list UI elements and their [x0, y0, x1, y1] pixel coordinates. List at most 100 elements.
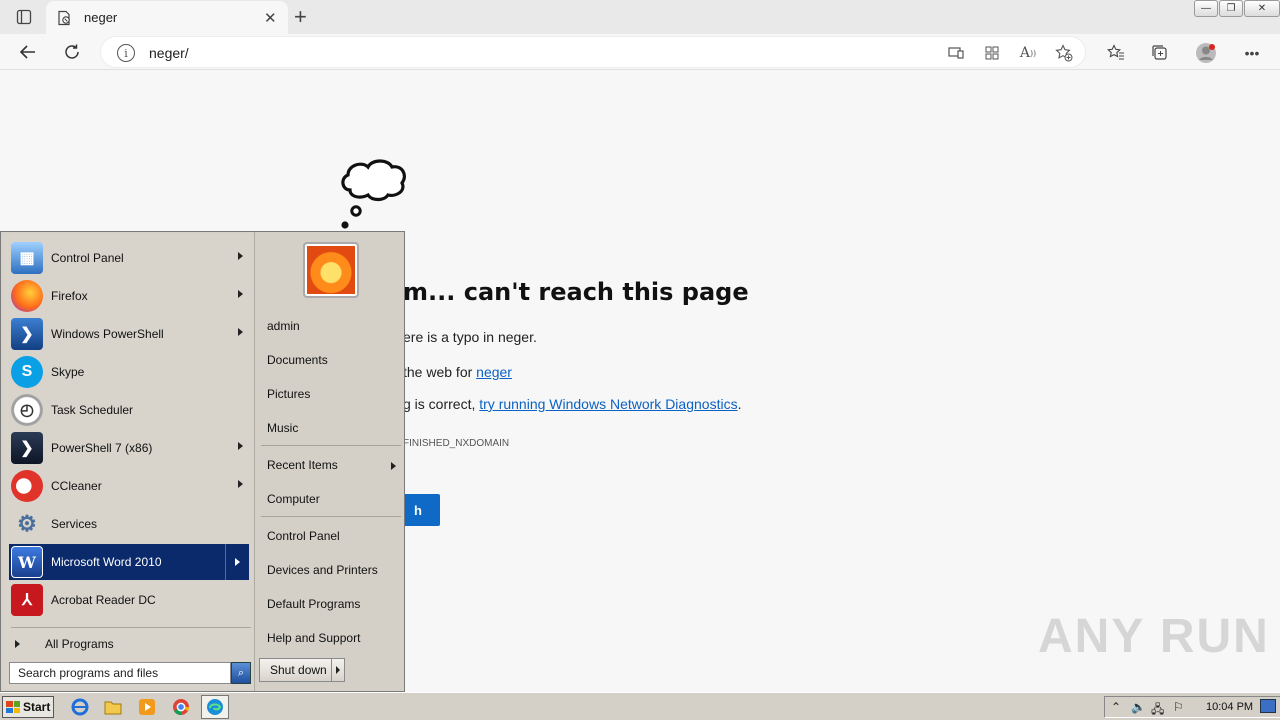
all-programs-button[interactable]: All Programs [15, 637, 114, 651]
submenu-arrow[interactable] [225, 544, 249, 580]
program-label: Services [51, 517, 98, 531]
link-recent-items[interactable]: Recent Items [267, 458, 397, 472]
program-label: Control Panel [51, 251, 124, 265]
error-title: m... can't reach this page [403, 278, 749, 306]
acrobat-icon: ⅄ [11, 584, 43, 616]
explorer-folder-icon[interactable] [102, 697, 124, 717]
collections-icon[interactable] [1149, 42, 1171, 64]
tab-neger[interactable]: neger ✕ [46, 1, 288, 34]
error-line-search: the web for neger [403, 364, 512, 380]
program-firefox[interactable]: Firefox [9, 278, 249, 314]
refresh-icon[interactable] [58, 40, 86, 64]
link-devices-printers[interactable]: Devices and Printers [267, 563, 378, 577]
link-documents[interactable]: Documents [267, 353, 328, 367]
powershell7-icon: ❯ [11, 432, 43, 464]
powershell-icon: ❯ [11, 318, 43, 350]
program-label: CCleaner [51, 479, 102, 493]
start-button[interactable]: Start [2, 696, 54, 718]
edge-icon[interactable] [201, 695, 229, 719]
link-control-panel[interactable]: Control Panel [267, 529, 340, 543]
link-music[interactable]: Music [267, 421, 298, 435]
link-help-support[interactable]: Help and Support [267, 631, 360, 645]
diagnostics-suffix: . [737, 396, 742, 412]
link-default-programs[interactable]: Default Programs [267, 597, 360, 611]
navigation-bar: i neger/ A)) ••• [0, 34, 1280, 70]
program-task-scheduler[interactable]: ◴ Task Scheduler [9, 392, 249, 428]
minimize-button[interactable]: — [1194, 0, 1218, 17]
shut-down-options-button[interactable] [331, 658, 345, 682]
program-ccleaner[interactable]: CCleaner [9, 468, 249, 504]
error-line-typo: ere is a typo in neger. [403, 329, 537, 345]
search-icon[interactable]: ⌕ [231, 662, 251, 684]
program-label: Task Scheduler [51, 403, 134, 417]
program-powershell7[interactable]: ❯ PowerShell 7 (x86) [9, 430, 249, 466]
restore-button[interactable]: ❐ [1219, 0, 1243, 17]
new-tab-icon[interactable]: + [294, 4, 307, 30]
gears-icon: ⚙ [17, 511, 37, 536]
internet-explorer-icon[interactable] [69, 697, 91, 717]
read-aloud-icon[interactable]: A)) [1019, 44, 1037, 62]
show-desktop-icon[interactable] [1260, 699, 1276, 713]
program-skype[interactable]: S Skype [9, 354, 249, 390]
more-options-icon[interactable]: ••• [1241, 42, 1263, 64]
thought-bubble-icon [341, 159, 406, 229]
search-prefix: the web for [403, 364, 477, 380]
clock-icon: ◴ [11, 394, 43, 426]
show-hidden-icons[interactable]: ⌃ [1111, 700, 1121, 714]
divider [261, 516, 401, 517]
user-picture[interactable] [303, 242, 359, 298]
favorites-icon[interactable] [1105, 42, 1127, 64]
close-window-button[interactable]: ✕ [1244, 0, 1280, 17]
anyrun-watermark: ANY RUN [1038, 610, 1270, 663]
profile-avatar-icon[interactable] [1195, 42, 1217, 64]
link-pictures[interactable]: Pictures [267, 387, 310, 401]
clock[interactable]: 10:04 PM [1206, 701, 1253, 713]
info-icon[interactable]: i [117, 44, 135, 62]
start-menu: ▦ Control Panel Firefox ❯ Windows PowerS… [0, 231, 405, 692]
start-menu-programs: ▦ Control Panel Firefox ❯ Windows PowerS… [3, 234, 253, 689]
program-microsoft-word-2010[interactable]: W Microsoft Word 2010 [9, 544, 249, 580]
link-admin[interactable]: admin [267, 319, 300, 333]
error-code: FINISHED_NXDOMAIN [403, 438, 510, 449]
address-url: neger/ [149, 45, 189, 61]
media-player-icon[interactable] [136, 697, 158, 717]
tab-close-icon[interactable]: ✕ [264, 9, 277, 27]
search-programs-input[interactable]: Search programs and files [9, 662, 231, 684]
divider [261, 445, 401, 446]
program-label: Windows PowerShell [51, 327, 164, 341]
volume-icon[interactable]: 🔈 [1131, 700, 1146, 714]
network-diagnostics-link[interactable]: try running Windows Network Diagnostics [479, 396, 737, 412]
word-icon: W [11, 546, 43, 578]
add-favorite-icon[interactable] [1055, 44, 1073, 62]
error-line-diagnostics: g is correct, try running Windows Networ… [403, 396, 741, 412]
tab-actions-icon [16, 9, 32, 25]
back-icon[interactable] [14, 40, 42, 64]
app-available-icon[interactable] [947, 44, 965, 62]
program-label: Acrobat Reader DC [51, 593, 156, 607]
grid-icon[interactable] [983, 44, 1001, 62]
program-label: Microsoft Word 2010 [51, 555, 162, 569]
chrome-icon[interactable] [170, 697, 192, 717]
program-label: Firefox [51, 289, 88, 303]
link-computer[interactable]: Computer [267, 492, 320, 506]
network-icon[interactable]: 🖧 [1151, 700, 1164, 720]
program-label: PowerShell 7 (x86) [51, 441, 153, 455]
program-acrobat-reader[interactable]: ⅄ Acrobat Reader DC [9, 582, 249, 618]
action-center-flag-icon[interactable]: ⚐ [1173, 700, 1184, 714]
program-windows-powershell[interactable]: ❯ Windows PowerShell [9, 316, 249, 352]
address-bar[interactable]: i neger/ A)) [100, 36, 1086, 68]
program-services[interactable]: ⚙ Services [9, 506, 249, 542]
page-error-icon [56, 10, 72, 29]
program-control-panel[interactable]: ▦ Control Panel [9, 240, 249, 276]
recent-items-label: Recent Items [267, 458, 338, 472]
control-panel-icon: ▦ [11, 242, 43, 274]
tab-actions-button[interactable] [8, 6, 40, 28]
search-neger-link[interactable]: neger [476, 364, 512, 380]
taskbar: Start ⌃ 🔈 🖧 ⚐ 10:04 PM [0, 692, 1280, 720]
program-label: Skype [51, 365, 85, 379]
ccleaner-icon [11, 470, 43, 502]
system-tray: ⌃ 🔈 🖧 ⚐ [1104, 696, 1280, 718]
windows-flag-icon [6, 701, 20, 713]
skype-icon: S [11, 356, 43, 388]
window-controls: — ❐ ✕ [1193, 0, 1280, 18]
